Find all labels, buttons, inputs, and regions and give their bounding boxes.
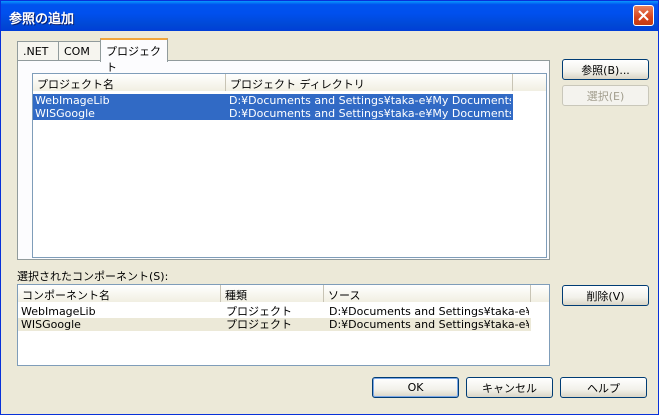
column-label: コンポーネント名 xyxy=(22,289,110,302)
window-title: 参照の追加 xyxy=(9,12,75,27)
project-dir-cell: D:¥Documents and Settings¥taka-e¥My Docu… xyxy=(229,107,511,120)
project-name-cell: WISGoogle xyxy=(35,107,95,120)
selected-components-listview[interactable]: コンポーネント名 種類 ソース WebImageLib プロジェクト D:¥Do… xyxy=(17,284,550,366)
component-row-webimagelib[interactable]: WebImageLib プロジェクト D:¥Documents and Sett… xyxy=(18,305,531,318)
tab-panel: プロジェクト名 プロジェクト ディレクトリ WebImageLib D:¥Doc… xyxy=(17,60,550,260)
browse-button[interactable]: 参照(B)... xyxy=(562,59,649,80)
tab-com[interactable]: COM xyxy=(58,41,101,61)
column-header-filler xyxy=(513,74,546,91)
ok-button-label: OK xyxy=(407,381,424,394)
tab-com-label: COM xyxy=(64,45,90,58)
component-source-cell: D:¥Documents and Settings¥taka-e¥... xyxy=(329,318,529,331)
component-type-cell: プロジェクト xyxy=(226,318,292,331)
component-name-cell: WebImageLib xyxy=(21,305,96,318)
projects-list-header: プロジェクト名 プロジェクト ディレクトリ xyxy=(33,74,546,91)
column-header-type[interactable]: 種類 xyxy=(221,285,324,302)
project-row-wisgoogle[interactable]: WISGoogle D:¥Documents and Settings¥taka… xyxy=(33,107,513,120)
cancel-button-label: キャンセル xyxy=(482,381,537,395)
column-header-source[interactable]: ソース xyxy=(324,285,531,302)
tab-project[interactable]: プロジェクト xyxy=(100,38,168,74)
components-list-header: コンポーネント名 種類 ソース xyxy=(18,285,549,302)
help-button[interactable]: ヘルプ xyxy=(560,377,647,398)
remove-button[interactable]: 削除(V) xyxy=(562,285,649,306)
ok-button[interactable]: OK xyxy=(372,377,459,398)
close-button[interactable] xyxy=(633,5,654,26)
column-header-filler xyxy=(531,285,549,302)
add-reference-dialog: 参照の追加 .NET COM プロジェクト プロジェクト名 プロジェクト ディレ… xyxy=(0,0,659,415)
tab-dotnet[interactable]: .NET xyxy=(17,41,59,61)
title-bar[interactable]: 参照の追加 xyxy=(1,1,658,31)
column-label: プロジェクト ディレクトリ xyxy=(230,78,365,91)
project-name-cell: WebImageLib xyxy=(35,94,110,107)
help-button-label: ヘルプ xyxy=(587,381,620,395)
component-source-cell: D:¥Documents and Settings¥taka-e¥... xyxy=(329,305,529,318)
browse-button-label: 参照(B)... xyxy=(581,63,630,77)
column-label: 種類 xyxy=(225,289,247,302)
column-header-project-name[interactable]: プロジェクト名 xyxy=(33,74,226,91)
project-row-webimagelib[interactable]: WebImageLib D:¥Documents and Settings¥ta… xyxy=(33,94,513,107)
cancel-button[interactable]: キャンセル xyxy=(466,377,553,398)
projects-listview[interactable]: プロジェクト名 プロジェクト ディレクトリ WebImageLib D:¥Doc… xyxy=(32,73,547,258)
select-button-label: 選択(E) xyxy=(586,89,625,103)
column-header-project-directory[interactable]: プロジェクト ディレクトリ xyxy=(226,74,513,91)
tab-dotnet-label: .NET xyxy=(23,45,49,58)
remove-button-label: 削除(V) xyxy=(586,289,625,303)
select-button[interactable]: 選択(E) xyxy=(562,85,649,106)
column-label: ソース xyxy=(328,289,361,302)
column-header-component-name[interactable]: コンポーネント名 xyxy=(18,285,221,302)
component-row-wisgoogle[interactable]: WISGoogle プロジェクト D:¥Documents and Settin… xyxy=(18,318,531,331)
column-label: プロジェクト名 xyxy=(37,78,114,91)
selected-components-label: 選択されたコンポーネント(S): xyxy=(17,270,169,283)
close-icon xyxy=(638,10,649,21)
project-dir-cell: D:¥Documents and Settings¥taka-e¥My Docu… xyxy=(229,94,511,107)
component-type-cell: プロジェクト xyxy=(226,305,292,318)
component-name-cell: WISGoogle xyxy=(21,318,81,331)
